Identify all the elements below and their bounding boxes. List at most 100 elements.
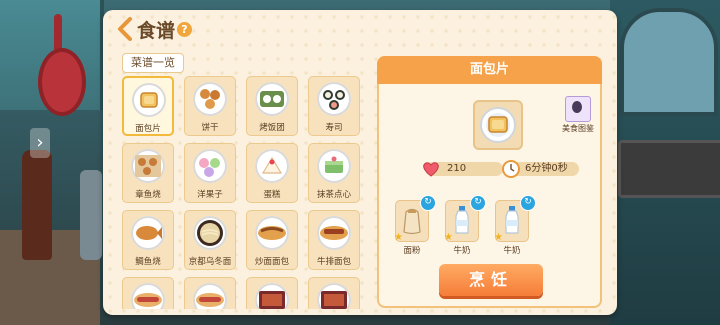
rice-ball-icon — [260, 91, 284, 107]
recipe-dish — [317, 149, 351, 183]
encyclopedia-label: 美食图鉴 — [562, 124, 594, 133]
selected-dish-preview — [473, 100, 523, 150]
page-title: 食谱 — [137, 20, 176, 42]
quality-star-icon: ★ — [494, 232, 503, 243]
ingredient-slot[interactable]: ★ ↻ — [444, 195, 486, 243]
recipe-card[interactable]: 蛋糕 — [246, 143, 298, 203]
quality-star-icon: ★ — [444, 232, 453, 243]
recipe-card[interactable]: 炒面面包 — [246, 210, 298, 270]
help-button[interactable]: ? — [177, 22, 192, 37]
heart-icon — [423, 162, 439, 177]
matcha-sweet-icon — [325, 156, 343, 173]
recipe-label: 鲷鱼烧 — [135, 257, 161, 267]
recipe-dish — [255, 149, 289, 183]
back-arrow-icon — [118, 17, 132, 41]
recipe-label: 洋果子 — [197, 190, 223, 200]
cook-button[interactable]: 烹饪 — [439, 264, 543, 296]
swap-ingredient-icon[interactable]: ↻ — [420, 195, 436, 211]
recipe-card[interactable]: 寿司 — [308, 76, 360, 136]
quality-star-icon: ★ — [394, 232, 403, 243]
sushi-icon — [323, 90, 345, 110]
ingredient-label: 牛奶 — [503, 246, 521, 256]
recipe-label: 京都乌冬面 — [188, 257, 232, 267]
ingredient-label: 牛奶 — [453, 246, 471, 256]
yakisoba-bread-icon — [258, 226, 286, 240]
toast-icon — [480, 107, 516, 143]
recipe-dish — [255, 216, 289, 250]
recipe-dish — [255, 283, 289, 309]
recipe-label: 牛排面包 — [316, 257, 351, 267]
recipe-grid: 面包片 饼干 烤饭团 寿司章鱼烧 洋果子 蛋糕 抹茶点心鲷鱼烧 京都乌冬面 炒面面包 牛排面包 — [122, 76, 372, 309]
milk-bottle-icon — [455, 206, 469, 234]
recipe-card[interactable]: 京都乌冬面 — [184, 210, 236, 270]
recipe-dish — [131, 149, 165, 183]
recipe-dish — [317, 82, 351, 116]
recipe-card[interactable]: 鲷鱼烧 — [122, 210, 174, 270]
heart-value: 210 — [447, 163, 467, 174]
recipe-dish — [193, 149, 227, 183]
recipe-label: 面包片 — [135, 124, 161, 134]
recipe-label: 抹茶点心 — [316, 190, 351, 200]
recipe-label: 蛋糕 — [263, 190, 281, 200]
cake-icon — [261, 156, 283, 174]
panel-header: 食谱 ? — [103, 10, 617, 50]
scene-left-arrow-button[interactable]: › — [30, 128, 50, 158]
ingredient-slot[interactable]: ★ ↻ — [394, 195, 436, 243]
hotdog-icon — [134, 293, 162, 307]
recipe-card[interactable] — [308, 277, 360, 309]
recipe-label: 烤饭团 — [259, 123, 285, 133]
taiyaki-icon — [136, 226, 162, 240]
flour-sack-icon — [403, 208, 421, 235]
back-button[interactable] — [115, 16, 135, 42]
food-encyclopedia-button[interactable]: 美食图鉴 — [559, 96, 597, 134]
kitchen-window — [620, 8, 718, 116]
swap-ingredient-icon[interactable]: ↻ — [520, 195, 536, 211]
recipe-label: 饼干 — [201, 123, 219, 133]
cookies-icon — [200, 89, 220, 109]
recipe-dish — [317, 283, 351, 309]
heart-stat: 210 — [423, 162, 503, 177]
glass-bottle — [80, 170, 102, 260]
encyclopedia-book-icon — [565, 96, 591, 122]
wine-bottle — [22, 150, 52, 260]
recipe-card[interactable]: 抹茶点心 — [308, 143, 360, 203]
frying-pan — [38, 48, 86, 116]
recipe-detail-panel: 面包片 美食图鉴 210 6分钟0秒 ★ ↻ 面粉 ★ ↻ 牛奶 ★ ↻ 牛奶 … — [377, 56, 602, 308]
recipe-card[interactable] — [122, 277, 174, 309]
recipe-dish — [131, 216, 165, 250]
clock-icon — [502, 160, 520, 178]
macaron-icon — [199, 158, 220, 177]
udon-icon — [197, 220, 223, 246]
recipe-card[interactable]: 牛排面包 — [308, 210, 360, 270]
toast-icon — [140, 92, 158, 108]
recipe-dish — [193, 216, 227, 250]
takoyaki-icon — [135, 155, 161, 177]
recipe-dish — [255, 82, 289, 116]
ingredient-slot[interactable]: ★ ↻ — [494, 195, 536, 243]
steak-bread-icon — [320, 226, 348, 240]
bento-icon — [259, 291, 285, 309]
recipe-panel: 食谱 ? 菜谱一览 面包片 饼干 烤饭团 寿司 章鱼烧 洋果子 蛋糕 抹茶点心 鲷鱼烧 京都乌冬面… — [103, 10, 617, 315]
bento-icon — [321, 291, 347, 309]
recipe-card[interactable]: 章鱼烧 — [122, 143, 174, 203]
swap-ingredient-icon[interactable]: ↻ — [470, 195, 486, 211]
recipe-card[interactable]: 烤饭团 — [246, 76, 298, 136]
recipe-dish — [132, 83, 166, 117]
microwave — [618, 140, 720, 198]
cook-time-stat: 6分钟0秒 — [502, 160, 579, 178]
hotdog-icon — [196, 293, 224, 307]
recipe-card[interactable]: 饼干 — [184, 76, 236, 136]
recipe-card[interactable]: 洋果子 — [184, 143, 236, 203]
recipe-list-tab[interactable]: 菜谱一览 — [122, 53, 184, 73]
milk-bottle-icon — [505, 206, 519, 234]
recipe-detail-title: 面包片 — [377, 56, 602, 84]
ingredient-label: 面粉 — [403, 246, 421, 256]
cook-time-value: 6分钟0秒 — [525, 163, 568, 174]
recipe-dish — [193, 283, 227, 309]
recipe-card[interactable]: 面包片 — [122, 76, 174, 136]
recipe-dish — [131, 283, 165, 309]
recipe-card[interactable] — [184, 277, 236, 309]
recipe-card[interactable] — [246, 277, 298, 309]
recipe-label: 炒面面包 — [254, 257, 289, 267]
recipe-label: 章鱼烧 — [135, 190, 161, 200]
